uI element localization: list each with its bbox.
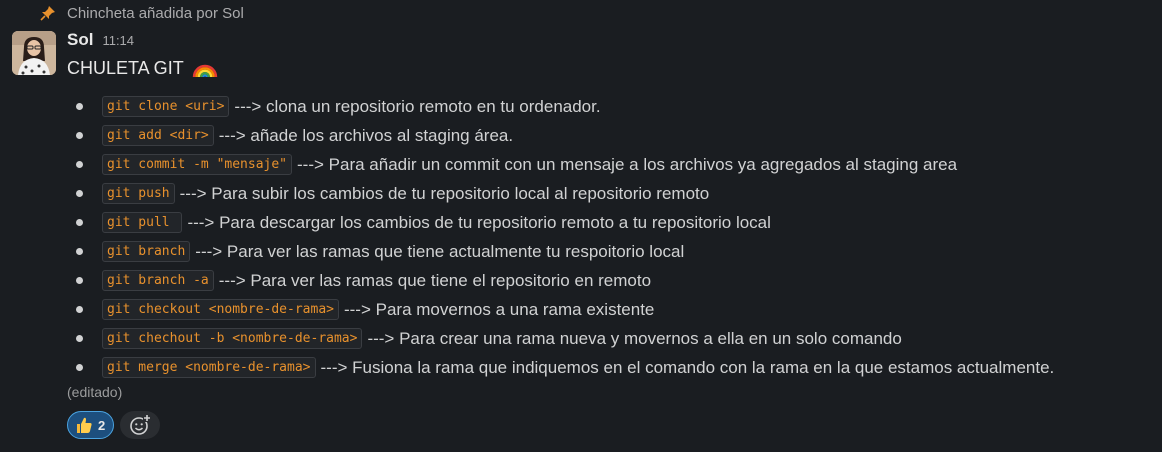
item-text: ---> Para ver las ramas que tiene el rep…: [218, 270, 652, 290]
bullet: [76, 306, 83, 313]
edited-label: (editado): [67, 384, 123, 400]
bullet: [76, 161, 83, 168]
list-item: git merge <nombre-de-rama> ---> Fusiona l…: [67, 353, 1054, 382]
list-item: git clone <uri> ---> clona un repositorio…: [67, 92, 1054, 121]
bullet: [76, 219, 83, 226]
list-item: git pull ---> Para descargar los cambios…: [67, 208, 1054, 237]
pin-icon: [40, 6, 55, 21]
bullet: [76, 364, 83, 371]
list-item: git push ---> Para subir los cambios de t…: [67, 179, 1054, 208]
item-text: ---> Para descargar los cambios de tu re…: [187, 212, 771, 232]
reactions-bar: 2: [67, 411, 161, 439]
item-text: ---> clona un repositorio remoto en tu o…: [234, 96, 601, 116]
code-snippet: git checkout <nombre-de-rama>: [102, 299, 339, 320]
command-list: git clone <uri> ---> clona un repositorio…: [67, 92, 1054, 382]
code-snippet: git clone <uri>: [102, 96, 230, 117]
item-text: ---> añade los archivos al staging área.: [218, 125, 514, 145]
avatar-image: [12, 31, 56, 75]
timestamp[interactable]: 11:14: [102, 33, 134, 48]
bullet: [76, 103, 83, 110]
bullet: [76, 277, 83, 284]
title-text: CHULETA GIT: [67, 57, 184, 78]
item-text: ---> Para crear una rama nueva y moverno…: [367, 328, 902, 348]
avatar[interactable]: [12, 31, 56, 75]
code-snippet: git add <dir>: [102, 125, 214, 146]
list-item: git branch -a ---> Para ver las ramas que…: [67, 266, 1054, 295]
reaction-count: 2: [98, 417, 106, 433]
list-item: git checkout <nombre-de-rama> ---> Para m…: [67, 295, 1054, 324]
pinned-text: Chincheta añadida por Sol: [67, 4, 244, 22]
code-snippet: git merge <nombre-de-rama>: [102, 357, 316, 378]
code-snippet: git push: [102, 183, 175, 204]
add-reaction-icon: [130, 414, 152, 435]
item-text: ---> Para añadir un commit con un mensaj…: [297, 154, 958, 174]
bullet: [76, 132, 83, 139]
code-snippet: git pull: [102, 212, 183, 233]
code-snippet: git branch: [102, 241, 191, 262]
bullet: [76, 248, 83, 255]
item-text: ---> Fusiona la rama que indiquemos en e…: [320, 357, 1055, 377]
list-item: git add <dir> ---> añade los archivos al …: [67, 121, 1054, 150]
add-reaction-button[interactable]: [120, 411, 161, 439]
item-text: ---> Para subir los cambios de tu reposi…: [179, 183, 710, 203]
list-item: git commit -m "mensaje" ---> Para añadir …: [67, 150, 1054, 179]
code-snippet: git branch -a: [102, 270, 214, 291]
list-item: git chechout -b <nombre-de-rama> ---> Par…: [67, 324, 1054, 353]
list-item: git branch ---> Para ver las ramas que ti…: [67, 237, 1054, 266]
message: Sol 11:14 CHULETA GIT git clone <uri> ---…: [67, 30, 1152, 439]
message-header: Sol 11:14: [67, 30, 1152, 52]
pinned-notice: Chincheta añadida por Sol: [40, 2, 244, 24]
reaction-thumbs-up[interactable]: 2: [67, 411, 115, 439]
bullet: [76, 335, 83, 342]
code-snippet: git chechout -b <nombre-de-rama>: [102, 328, 363, 349]
thumbs-up-icon: [77, 417, 92, 433]
rainbow-icon: [192, 64, 217, 78]
bullet: [76, 190, 83, 197]
code-snippet: git commit -m "mensaje": [102, 154, 293, 175]
item-text: ---> Para movernos a una rama existente: [343, 299, 655, 319]
author-name[interactable]: Sol: [67, 30, 93, 50]
message-title: CHULETA GIT: [67, 54, 1152, 82]
item-text: ---> Para ver las ramas que tiene actual…: [195, 241, 685, 261]
